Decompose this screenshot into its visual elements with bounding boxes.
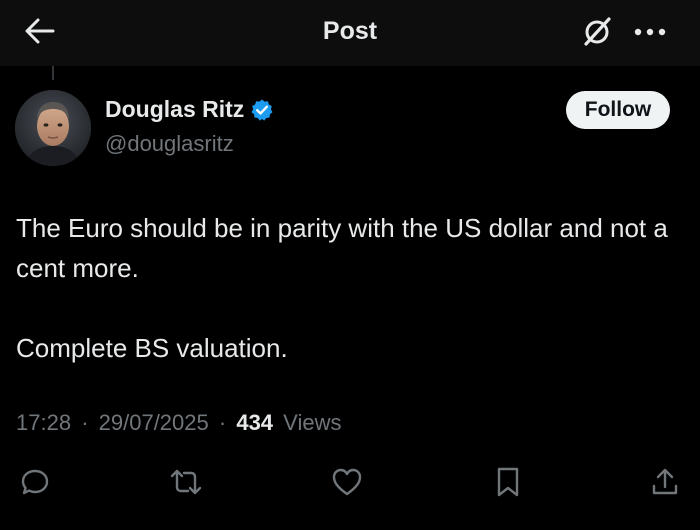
bookmark-icon <box>495 466 521 498</box>
views-count: 434 <box>236 410 274 435</box>
thread-connector-line <box>52 66 54 80</box>
follow-button[interactable]: Follow <box>566 91 670 129</box>
share-icon <box>650 466 680 498</box>
meta-separator: · <box>218 410 227 435</box>
more-horizontal-icon <box>633 24 667 42</box>
repost-icon <box>169 467 203 497</box>
post-paragraph: Complete BS valuation. <box>16 333 288 363</box>
author-handle[interactable]: @douglasritz <box>105 131 234 157</box>
avatar[interactable] <box>15 90 91 166</box>
share-button[interactable] <box>645 462 685 502</box>
bookmark-button[interactable] <box>488 462 528 502</box>
repost-button[interactable] <box>166 462 206 502</box>
like-icon <box>331 467 363 497</box>
views-label: Views <box>283 410 342 435</box>
post-date[interactable]: 29/07/2025 <box>99 410 209 435</box>
like-button[interactable] <box>327 462 367 502</box>
reply-button[interactable] <box>15 462 55 502</box>
post-body: The Euro should be in parity with the US… <box>16 208 686 368</box>
author-name[interactable]: Douglas Ritz <box>105 96 244 123</box>
reply-icon <box>20 467 50 497</box>
author-name-row: Douglas Ritz <box>105 96 274 123</box>
grok-icon <box>580 14 614 53</box>
more-options-button[interactable] <box>628 16 672 50</box>
grok-button[interactable] <box>578 14 616 52</box>
meta-separator: · <box>81 410 89 435</box>
post-meta: 17:28 · 29/07/2025 · 434 Views <box>16 410 341 436</box>
verified-badge-icon[interactable] <box>250 98 274 122</box>
post-paragraph: The Euro should be in parity with the US… <box>16 213 668 283</box>
post-time[interactable]: 17:28 <box>16 410 71 435</box>
top-bar: Post <box>0 0 700 66</box>
